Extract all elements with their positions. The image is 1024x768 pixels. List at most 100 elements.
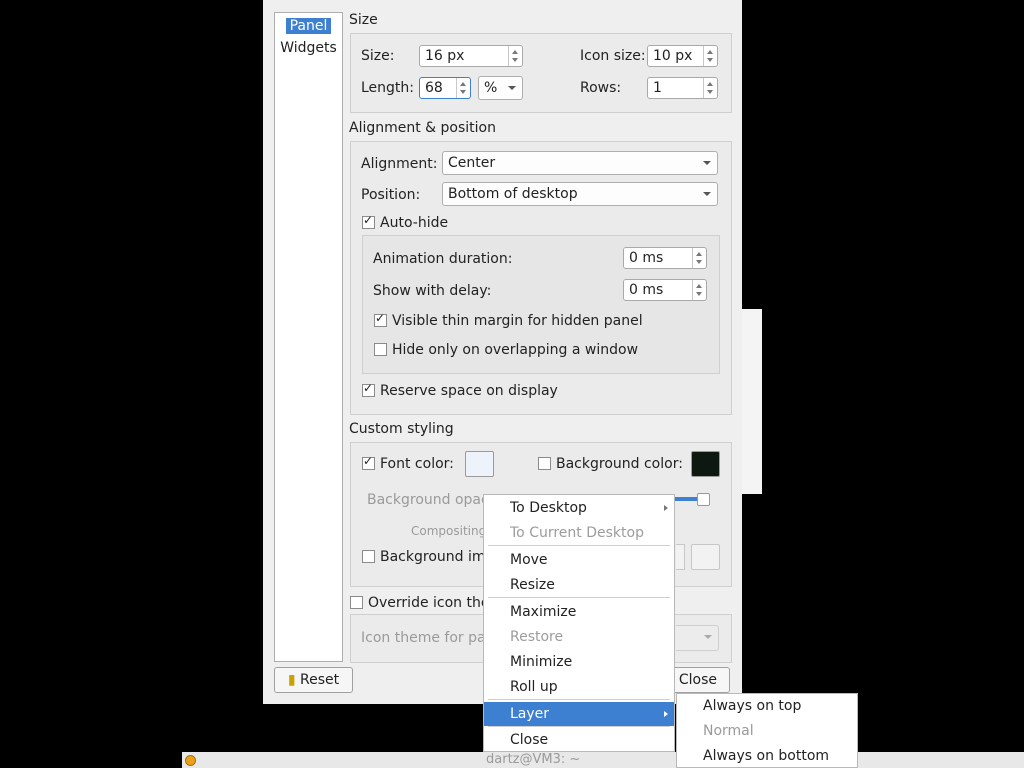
autohide-label: Auto-hide xyxy=(380,215,449,231)
thin-margin-checkbox[interactable] xyxy=(374,311,387,327)
position-select[interactable]: Bottom of desktop xyxy=(442,182,718,206)
window-context-menu: To Desktop To Current Desktop Move Resiz… xyxy=(483,494,675,752)
length-label: Length: xyxy=(361,80,415,96)
overlap-checkbox[interactable] xyxy=(374,343,387,356)
layer-submenu: Always on top Normal Always on bottom xyxy=(676,693,858,768)
override-icon-theme-label: Override icon the xyxy=(368,595,490,611)
menu-separator xyxy=(488,699,670,700)
icon-size-spin-arrows[interactable] xyxy=(703,46,717,66)
menu-item-label: Close xyxy=(510,732,549,748)
animation-duration-value: 0 ms xyxy=(629,250,664,266)
length-unit-select[interactable]: % xyxy=(478,76,523,100)
animation-spin-arrows[interactable] xyxy=(692,248,706,268)
size-spinbox[interactable]: 16 px xyxy=(419,45,523,67)
position-label: Position: xyxy=(361,187,421,203)
close-button-label: Close xyxy=(678,672,717,688)
bg-image-browse-button[interactable] xyxy=(691,544,720,570)
delay-spin-arrows[interactable] xyxy=(692,280,706,300)
bg-image-path-field[interactable] xyxy=(676,544,685,570)
show-delay-label: Show with delay: xyxy=(373,283,492,299)
menu-item-move[interactable]: Move xyxy=(484,548,674,572)
nav-item-widgets[interactable]: Widgets xyxy=(275,39,342,57)
alignment-select[interactable]: Center xyxy=(442,151,718,175)
menu-separator xyxy=(488,597,670,598)
broom-icon: ▮ xyxy=(287,672,296,688)
submenu-item-normal: Normal xyxy=(677,719,857,743)
icon-theme-label: Icon theme for pa xyxy=(361,630,486,646)
autohide-checkbox[interactable] xyxy=(362,213,375,229)
submenu-item-always-on-bottom[interactable]: Always on bottom xyxy=(677,744,857,768)
size-value: 16 px xyxy=(425,48,465,64)
icon-size-spinbox[interactable]: 10 px xyxy=(647,45,718,67)
show-delay-spinbox[interactable]: 0 ms xyxy=(623,279,707,301)
animation-duration-label: Animation duration: xyxy=(373,251,513,267)
taskbar: dartz@VM3: ~ xyxy=(182,752,1024,768)
nav-item-widgets-label: Widgets xyxy=(280,40,337,56)
nav-item-panel-label: Panel xyxy=(285,18,332,34)
size-label: Size: xyxy=(361,48,395,64)
bg-color-checkbox[interactable] xyxy=(538,457,551,470)
taskbar-window-title[interactable]: dartz@VM3: ~ xyxy=(486,752,580,768)
menu-item-restore: Restore xyxy=(484,625,674,649)
menu-item-roll-up[interactable]: Roll up xyxy=(484,675,674,699)
icon-size-value: 10 px xyxy=(653,48,693,64)
icon-theme-select[interactable] xyxy=(676,625,719,651)
override-icon-theme-checkbox[interactable] xyxy=(350,596,363,609)
menu-item-label: Maximize xyxy=(510,604,577,620)
bg-opacity-slider-handle[interactable] xyxy=(697,493,710,506)
menu-item-label: To Desktop xyxy=(510,500,587,516)
bg-opacity-slider-fill xyxy=(675,497,697,501)
menu-item-label: To Current Desktop xyxy=(510,525,644,541)
submenu-item-always-on-top[interactable]: Always on top xyxy=(677,694,857,718)
app-menu-icon[interactable] xyxy=(185,755,196,766)
rows-spinbox[interactable]: 1 xyxy=(647,77,718,99)
rows-value: 1 xyxy=(653,80,662,96)
reserve-space-checkbox[interactable] xyxy=(362,381,375,397)
length-spinbox[interactable]: 68 xyxy=(419,77,471,99)
animation-duration-spinbox[interactable]: 0 ms xyxy=(623,247,707,269)
bg-image-checkbox[interactable] xyxy=(362,550,375,563)
reset-button[interactable]: ▮ Reset xyxy=(274,667,353,693)
menu-separator xyxy=(488,726,670,727)
alignment-label: Alignment: xyxy=(361,156,438,172)
submenu-item-label: Always on bottom xyxy=(703,748,830,764)
thin-margin-label: Visible thin margin for hidden panel xyxy=(392,313,643,329)
font-color-swatch-button[interactable] xyxy=(465,451,494,477)
menu-item-layer[interactable]: Layer xyxy=(484,702,674,726)
nav-item-panel[interactable]: Panel xyxy=(275,17,342,35)
bg-color-swatch-button[interactable] xyxy=(691,451,720,477)
settings-category-list: Panel Widgets xyxy=(274,12,343,662)
font-color-checkbox[interactable] xyxy=(362,454,375,470)
submenu-item-label: Always on top xyxy=(703,698,802,714)
length-value: 68 xyxy=(425,80,443,96)
position-value: Bottom of desktop xyxy=(448,186,578,202)
show-delay-value: 0 ms xyxy=(629,282,664,298)
bg-image-label: Background im xyxy=(380,549,486,565)
menu-item-label: Minimize xyxy=(510,654,573,670)
size-spin-arrows[interactable] xyxy=(508,46,522,66)
menu-item-to-desktop[interactable]: To Desktop xyxy=(484,496,674,520)
font-color-label: Font color: xyxy=(380,456,454,472)
menu-item-label: Restore xyxy=(510,629,564,645)
menu-item-close[interactable]: Close xyxy=(484,728,674,752)
submenu-item-label: Normal xyxy=(703,723,754,739)
menu-separator xyxy=(488,545,670,546)
length-unit-value: % xyxy=(484,80,498,96)
menu-item-resize[interactable]: Resize xyxy=(484,573,674,597)
submenu-arrow-icon xyxy=(664,711,668,717)
chevron-down-icon xyxy=(703,161,711,165)
length-spin-arrows[interactable] xyxy=(456,78,470,98)
rows-spin-arrows[interactable] xyxy=(703,78,717,98)
menu-item-label: Resize xyxy=(510,577,555,593)
bg-opacity-label: Background opac xyxy=(367,492,489,508)
menu-item-label: Move xyxy=(510,552,548,568)
icon-size-label: Icon size: xyxy=(580,48,646,64)
menu-item-minimize[interactable]: Minimize xyxy=(484,650,674,674)
reset-button-label: Reset xyxy=(300,672,340,688)
submenu-arrow-icon xyxy=(664,505,668,511)
menu-item-maximize[interactable]: Maximize xyxy=(484,600,674,624)
menu-item-label: Roll up xyxy=(510,679,558,695)
menu-item-label: Layer xyxy=(510,706,550,722)
close-dialog-button[interactable]: Close xyxy=(666,667,730,693)
compositing-note: Compositing xyxy=(411,524,487,538)
